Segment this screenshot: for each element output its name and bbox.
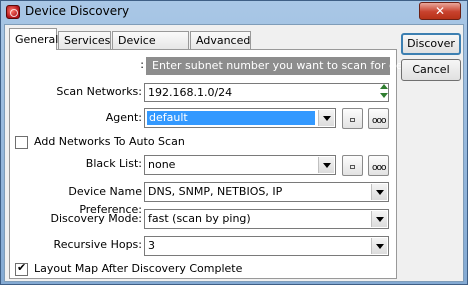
add-networks-label: Add Networks To Auto Scan bbox=[34, 135, 185, 148]
tab-device-types[interactable]: Device Types bbox=[112, 31, 189, 64]
layout-map-checkbox[interactable] bbox=[15, 261, 28, 276]
discovery-mode-select[interactable]: fast (scan by ping) bbox=[144, 209, 389, 229]
chevron-down-icon[interactable] bbox=[371, 184, 387, 200]
app-icon bbox=[6, 5, 20, 19]
black-list-selected-value: none bbox=[148, 158, 176, 171]
name-pref-select[interactable]: DNS, SNMP, NETBIOS, IP bbox=[144, 182, 389, 202]
agent-edit-button[interactable] bbox=[342, 108, 363, 129]
tab-services[interactable]: Services bbox=[58, 31, 111, 50]
black-list-browse-button[interactable]: ooo bbox=[368, 155, 389, 176]
discover-button[interactable]: Discover bbox=[401, 33, 461, 55]
close-button[interactable]: ✕ bbox=[419, 2, 461, 20]
recursive-hops-selected-value: 3 bbox=[148, 239, 155, 252]
agent-select[interactable]: default bbox=[144, 108, 336, 128]
window-title: Device Discovery bbox=[25, 4, 130, 18]
black-list-edit-button[interactable] bbox=[342, 155, 363, 176]
recursive-hops-select[interactable]: 3 bbox=[144, 236, 389, 256]
black-list-label: Black List: bbox=[85, 157, 142, 170]
black-list-select[interactable]: none bbox=[144, 155, 336, 175]
tab-general[interactable]: General bbox=[9, 28, 58, 50]
recursive-hops-label: Recursive Hops: bbox=[53, 238, 142, 251]
name-pref-selected-value: DNS, SNMP, NETBIOS, IP bbox=[148, 185, 283, 198]
agent-browse-button[interactable]: ooo bbox=[368, 108, 389, 129]
chevron-down-icon[interactable] bbox=[371, 211, 387, 227]
agent-label: Agent: bbox=[105, 111, 142, 124]
close-icon: ✕ bbox=[434, 4, 446, 18]
layout-map-label: Layout Map After Discovery Complete bbox=[34, 262, 243, 275]
title-bar[interactable]: Device Discovery ✕ bbox=[1, 1, 467, 23]
subnet-hint-label: Enter subnet number you want to scan for… bbox=[146, 57, 431, 75]
device-discovery-window: Device Discovery ✕ General Services Devi… bbox=[0, 0, 468, 285]
scan-networks-input[interactable]: 192.168.1.0/24 bbox=[144, 83, 389, 102]
small-square-icon bbox=[350, 118, 355, 122]
cancel-button[interactable]: Cancel bbox=[401, 59, 461, 81]
ellipsis-icon: ooo bbox=[372, 163, 386, 173]
spin-down-icon[interactable] bbox=[380, 93, 388, 98]
add-networks-checkbox[interactable] bbox=[15, 136, 28, 149]
hint-prefix: : bbox=[140, 58, 144, 71]
chevron-down-icon[interactable] bbox=[371, 238, 387, 254]
chevron-down-icon[interactable] bbox=[318, 157, 334, 173]
spin-up-icon[interactable] bbox=[380, 84, 388, 89]
dialog-body: General Services Device Types Advanced :… bbox=[4, 24, 464, 282]
scan-networks-spinner[interactable] bbox=[378, 83, 390, 101]
chevron-down-icon[interactable] bbox=[318, 110, 334, 126]
discovery-mode-selected-value: fast (scan by ping) bbox=[148, 212, 251, 225]
small-square-icon bbox=[350, 165, 355, 169]
general-tab-panel: : Enter subnet number you want to scan f… bbox=[9, 49, 431, 279]
discovery-mode-label: Discovery Mode: bbox=[50, 212, 142, 225]
tab-advanced[interactable]: Advanced bbox=[190, 31, 251, 50]
scan-networks-label: Scan Networks: bbox=[56, 85, 142, 98]
agent-selected-value: default bbox=[147, 111, 315, 125]
ellipsis-icon: ooo bbox=[372, 116, 386, 126]
